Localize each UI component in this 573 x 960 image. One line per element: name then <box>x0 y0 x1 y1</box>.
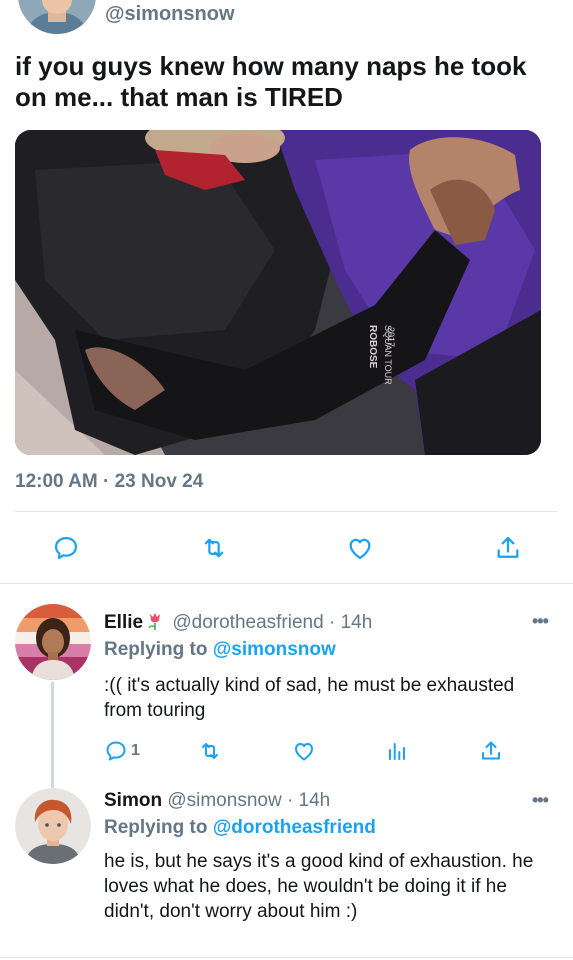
reply-handle[interactable]: @dorotheasfriend · 14h <box>172 612 372 633</box>
retweet-button[interactable] <box>198 739 222 763</box>
reply-handle[interactable]: @simonsnow · 14h <box>167 790 330 811</box>
like-icon <box>295 743 313 761</box>
divider <box>15 511 558 512</box>
tweet-timestamp[interactable]: 12:00 AM · 23 Nov 24 <box>15 471 203 493</box>
like-button[interactable] <box>292 739 316 763</box>
replying-to: Replying to @simonsnow <box>104 639 336 661</box>
author-avatar[interactable] <box>18 0 96 34</box>
reply-avatar-simon[interactable] <box>15 788 91 864</box>
reply-icon <box>54 536 78 560</box>
tweet-text: if you guys knew how many naps he took o… <box>15 51 527 112</box>
reply-author-name[interactable]: Simon <box>104 790 162 811</box>
analytics-icon <box>389 743 405 760</box>
reply-icon <box>106 741 126 761</box>
author-handle[interactable]: @simonsnow <box>105 3 235 26</box>
reply-header: Simon @simonsnow · 14h <box>104 790 330 812</box>
svg-text:2017: 2017 <box>386 327 396 347</box>
share-icon <box>497 536 519 558</box>
tweet-photo[interactable]: ROBOSE SQUAN TOUR 2017 <box>15 130 541 455</box>
reply-count: 1 <box>131 742 140 759</box>
retweet-icon <box>202 743 218 759</box>
replying-to: Replying to @dorotheasfriend <box>104 817 376 839</box>
svg-text:ROBOSE: ROBOSE <box>367 325 378 369</box>
thread-line <box>51 682 54 788</box>
retweet-icon <box>204 538 224 558</box>
divider <box>0 957 573 958</box>
share-button[interactable] <box>491 531 525 565</box>
replying-to-mention[interactable]: @simonsnow <box>213 639 336 660</box>
retweet-button[interactable] <box>197 531 231 565</box>
like-button[interactable] <box>343 531 377 565</box>
reply-text: :(( it's actually kind of sad, he must b… <box>104 675 515 721</box>
replying-to-mention[interactable]: @dorotheasfriend <box>213 817 376 838</box>
reply-text: he is, but he says it's a good kind of e… <box>104 851 534 922</box>
flower-emoji-icon <box>147 612 163 630</box>
analytics-button[interactable] <box>385 739 409 763</box>
reply-author-name[interactable]: Ellie <box>104 612 143 633</box>
replying-to-label: Replying to <box>104 639 208 660</box>
share-button[interactable] <box>479 739 503 763</box>
reply-header: Ellie @dorotheasfriend · 14h <box>104 612 372 634</box>
share-icon <box>482 741 500 760</box>
more-icon[interactable]: ••• <box>532 790 549 811</box>
reply-button[interactable] <box>49 531 83 565</box>
more-icon[interactable]: ••• <box>532 611 549 632</box>
reply-avatar-ellie[interactable] <box>15 604 91 680</box>
like-icon <box>349 538 371 560</box>
replying-to-label: Replying to <box>104 817 208 838</box>
reply-button[interactable]: 1 <box>104 739 140 763</box>
divider <box>0 583 573 584</box>
